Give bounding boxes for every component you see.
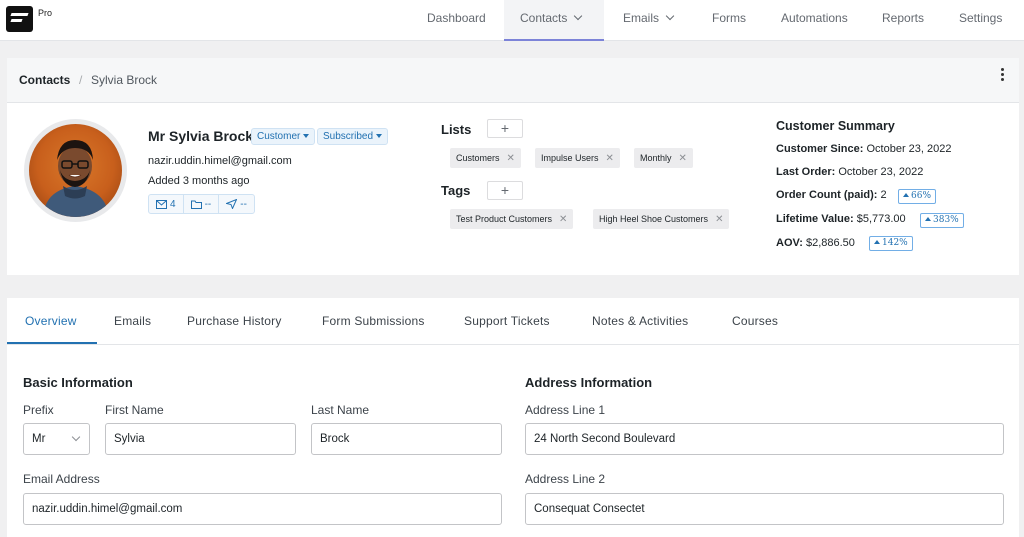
contact-name: Mr Sylvia Brock [148, 128, 254, 144]
contact-added-date: Added 3 months ago [148, 175, 250, 187]
lists-heading: Lists [441, 122, 472, 137]
arrow-up-icon [925, 217, 931, 221]
pro-label: Pro [38, 8, 53, 18]
tab-overview[interactable]: Overview [25, 314, 77, 328]
nav-dashboard[interactable]: Dashboard [427, 0, 486, 41]
breadcrumb-separator: / [79, 73, 83, 87]
arrow-up-icon [903, 193, 909, 197]
caret-down-icon [376, 134, 383, 138]
email-address-label: Email Address [23, 472, 100, 486]
first-name-label: First Name [105, 403, 164, 417]
mail-icon [156, 199, 167, 209]
caret-down-icon [303, 134, 310, 138]
contact-details-card: Overview Emails Purchase History Form Su… [7, 298, 1019, 537]
tab-purchase-history[interactable]: Purchase History [187, 314, 282, 328]
avatar-photo [43, 140, 109, 217]
breadcrumb-current: Sylvia Brock [91, 73, 158, 87]
basic-information-heading: Basic Information [23, 375, 133, 390]
subscription-status-dropdown[interactable]: Subscribed [317, 128, 389, 145]
folder-icon [190, 200, 202, 209]
nav-contacts[interactable]: Contacts [504, 0, 604, 41]
add-tag-button[interactable]: + [487, 181, 523, 200]
tag-chip: High Heel Shoe Customers ✕ [593, 209, 730, 229]
nav-forms[interactable]: Forms [712, 0, 746, 41]
last-name-label: Last Name [311, 403, 370, 417]
emails-count-stat[interactable]: 4 [149, 195, 184, 213]
remove-icon[interactable]: ✕ [679, 153, 687, 164]
list-chip: Customers ✕ [450, 148, 521, 168]
address-line-2-field[interactable]: Consequat Consectet [525, 493, 1004, 525]
prefix-select[interactable]: Mr [23, 423, 90, 455]
chevron-down-icon [574, 11, 583, 21]
address-line-2-label: Address Line 2 [525, 472, 606, 486]
email-field[interactable]: nazir.uddin.himel@gmail.com [23, 493, 502, 525]
aov-growth-badge: 142% [869, 236, 913, 251]
tag-chip: Test Product Customers ✕ [450, 209, 574, 229]
breadcrumb: Contacts / Sylvia Brock [7, 58, 1019, 103]
order-count-growth-badge: 66% [898, 189, 937, 204]
contact-profile-card: Mr Sylvia Brock Customer Subscribed nazi… [7, 103, 1019, 275]
contact-email: nazir.uddin.himel@gmail.com [148, 155, 292, 167]
chevron-down-icon [71, 432, 81, 442]
send-icon [226, 199, 238, 209]
nav-automations[interactable]: Automations [781, 0, 848, 41]
list-chip: Impulse Users ✕ [535, 148, 620, 168]
contact-stats: 4 -- -- [148, 194, 255, 214]
first-name-field[interactable]: Sylvia [105, 423, 296, 455]
avatar [24, 119, 127, 222]
remove-icon[interactable]: ✕ [507, 153, 515, 164]
active-tab-indicator [7, 342, 97, 344]
tab-notes-activities[interactable]: Notes & Activities [592, 314, 688, 328]
nav-reports[interactable]: Reports [882, 0, 924, 41]
more-options-icon[interactable] [999, 68, 1005, 82]
contact-tabs: Overview Emails Purchase History Form Su… [7, 298, 1019, 345]
tab-support-tickets[interactable]: Support Tickets [464, 314, 550, 328]
contact-type-dropdown[interactable]: Customer [251, 128, 316, 145]
aov: AOV: $2,886.50 [776, 237, 855, 249]
nav-emails[interactable]: Emails [623, 0, 675, 41]
arrow-up-icon [874, 240, 880, 244]
address-line-1-field[interactable]: 24 North Second Boulevard [525, 423, 1004, 455]
last-name-field[interactable]: Brock [311, 423, 502, 455]
order-count: Order Count (paid): 2 [776, 189, 887, 201]
remove-icon[interactable]: ✕ [715, 214, 723, 225]
remove-icon[interactable]: ✕ [559, 214, 567, 225]
chevron-down-icon [665, 11, 675, 21]
tab-courses[interactable]: Courses [732, 314, 778, 328]
folders-stat[interactable]: -- [184, 195, 220, 213]
app-logo-icon[interactable] [6, 6, 33, 32]
remove-icon[interactable]: ✕ [606, 153, 614, 164]
tab-emails[interactable]: Emails [114, 314, 151, 328]
prefix-label: Prefix [23, 403, 54, 417]
customer-summary-heading: Customer Summary [776, 119, 895, 133]
tab-form-submissions[interactable]: Form Submissions [322, 314, 425, 328]
nav-settings[interactable]: Settings [959, 0, 1002, 41]
lifetime-value-growth-badge: 383% [920, 213, 964, 228]
breadcrumb-contacts-link[interactable]: Contacts [19, 73, 70, 87]
address-information-heading: Address Information [525, 375, 653, 390]
tags-heading: Tags [441, 183, 471, 198]
top-navigation-bar: Pro Dashboard Contacts Emails Forms Auto… [0, 0, 1024, 41]
lifetime-value: Lifetime Value: $5,773.00 [776, 213, 906, 225]
address-line-1-label: Address Line 1 [525, 403, 606, 417]
add-list-button[interactable]: + [487, 119, 523, 138]
list-chip: Monthly ✕ [634, 148, 693, 168]
sent-stat[interactable]: -- [219, 195, 254, 213]
last-order: Last Order: October 23, 2022 [776, 166, 924, 178]
customer-since: Customer Since: October 23, 2022 [776, 143, 952, 155]
